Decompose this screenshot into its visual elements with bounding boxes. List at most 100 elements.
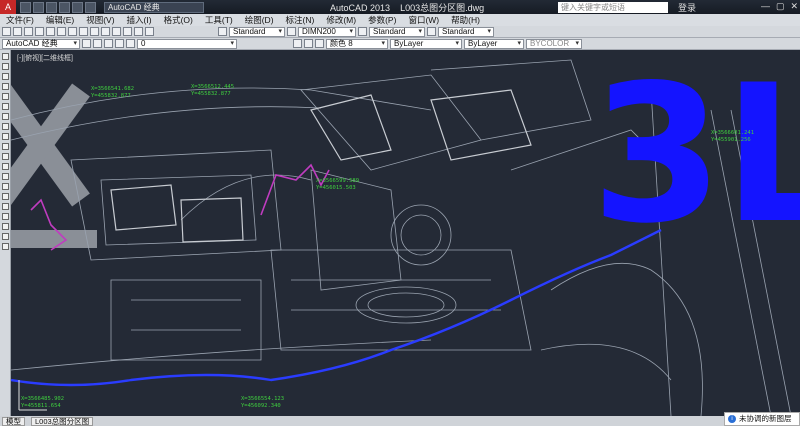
mleader-style-icon <box>427 27 436 36</box>
menu-window[interactable]: 窗口(W) <box>402 14 445 26</box>
menu-bar: 文件(F) 编辑(E) 视图(V) 插入(I) 格式(O) 工具(T) 绘图(D… <box>0 14 800 26</box>
paste-icon[interactable] <box>79 27 88 36</box>
maximize-icon[interactable]: ▢ <box>776 1 785 12</box>
menu-file[interactable]: 文件(F) <box>0 14 40 26</box>
saveas-icon[interactable] <box>59 1 70 13</box>
application-menu-button[interactable]: A <box>0 0 16 14</box>
new-icon[interactable] <box>2 27 11 36</box>
copy-icon[interactable] <box>68 27 77 36</box>
redo-icon[interactable] <box>112 27 121 36</box>
menu-tools[interactable]: 工具(T) <box>199 14 239 26</box>
quick-access-toolbar <box>20 1 96 13</box>
color-dropdown[interactable]: 颜色 8 <box>326 38 388 49</box>
rectangle-icon[interactable] <box>2 93 9 100</box>
make-current-icon[interactable] <box>293 39 302 48</box>
minimize-icon[interactable]: — <box>761 1 770 12</box>
cut-icon[interactable] <box>57 27 66 36</box>
lineweight-dropdown[interactable]: ByLayer <box>464 38 524 49</box>
search-input[interactable]: 键入关键字或短语 <box>558 2 668 13</box>
cad-drawing: 3L X=3566541.682 Y=455832.877 X=3566512.… <box>11 50 800 416</box>
layer-on-icon[interactable] <box>104 39 113 48</box>
coord-label: X=3566512.445 <box>191 84 234 90</box>
zoom-icon[interactable] <box>134 27 143 36</box>
gray-bar <box>11 230 97 248</box>
mtext-icon[interactable] <box>2 233 9 240</box>
window-controls: — ▢ ✕ <box>761 1 798 12</box>
open-icon[interactable] <box>13 27 22 36</box>
blue-shoreline <box>11 228 662 387</box>
menu-help[interactable]: 帮助(H) <box>445 14 486 26</box>
match-properties-icon[interactable] <box>90 27 99 36</box>
menu-parameters[interactable]: 参数(P) <box>362 14 402 26</box>
add-selected-icon[interactable] <box>2 243 9 250</box>
tab-layout[interactable]: L003总图分区图 <box>31 416 94 426</box>
revision-cloud-icon[interactable] <box>2 123 9 130</box>
ellipse-icon[interactable] <box>2 143 9 150</box>
construction-line-icon[interactable] <box>2 63 9 70</box>
preview-icon[interactable] <box>46 27 55 36</box>
linetype-dropdown[interactable]: ByLayer <box>390 38 462 49</box>
login-link[interactable]: 登录 <box>678 1 696 14</box>
properties-icon[interactable] <box>145 27 154 36</box>
polyline-icon[interactable] <box>2 73 9 80</box>
insert-block-icon[interactable] <box>2 163 9 170</box>
gradient-icon[interactable] <box>2 203 9 210</box>
notification-balloon[interactable]: 未协调的新图层 <box>724 412 800 426</box>
settings-icon[interactable] <box>82 39 91 48</box>
table-style-icon <box>358 27 367 36</box>
layer-previous-icon[interactable] <box>304 39 313 48</box>
text-style-icon <box>218 27 227 36</box>
menu-view[interactable]: 视图(V) <box>80 14 120 26</box>
spline-icon[interactable] <box>2 133 9 140</box>
coord-label: X=3566485.902 <box>21 396 64 402</box>
ellipse-arc-icon[interactable] <box>2 153 9 160</box>
viewport-label[interactable]: [-][俯视][二维线框] <box>17 53 73 63</box>
table-icon[interactable] <box>2 223 9 230</box>
undo-icon[interactable] <box>72 1 83 13</box>
tab-model[interactable]: 模型 <box>2 416 25 426</box>
redo-icon[interactable] <box>85 1 96 13</box>
undo-icon[interactable] <box>101 27 110 36</box>
circle-icon[interactable] <box>2 113 9 120</box>
text-style-dropdown[interactable]: Standard <box>229 26 285 37</box>
workspace-select[interactable]: AutoCAD 经典 <box>2 38 80 49</box>
coord-label: X=3566554.123 <box>241 396 284 402</box>
menu-modify[interactable]: 修改(M) <box>320 14 362 26</box>
table-style-dropdown[interactable]: Standard <box>369 26 425 37</box>
menu-draw[interactable]: 绘图(D) <box>239 14 280 26</box>
menu-format[interactable]: 格式(O) <box>158 14 199 26</box>
save-icon[interactable] <box>24 27 33 36</box>
hatch-icon[interactable] <box>2 193 9 200</box>
menu-dimension[interactable]: 标注(N) <box>280 14 321 26</box>
dim-style-icon <box>287 27 296 36</box>
mleader-style-dropdown[interactable]: Standard <box>438 26 494 37</box>
pan-icon[interactable] <box>123 27 132 36</box>
layer-dropdown[interactable]: 0 <box>137 38 237 49</box>
coord-label: Y=456092.340 <box>241 403 281 409</box>
layer-lock-icon[interactable] <box>126 39 135 48</box>
layer-freeze-icon[interactable] <box>115 39 124 48</box>
new-icon[interactable] <box>20 1 31 13</box>
region-icon[interactable] <box>2 213 9 220</box>
drawing-canvas[interactable]: [-][俯视][二维线框] 3L X=3566541.682 Y=455832.… <box>11 50 800 416</box>
save-icon[interactable] <box>46 1 57 13</box>
plotstyle-dropdown[interactable]: BYCOLOR <box>526 38 582 49</box>
open-icon[interactable] <box>33 1 44 13</box>
menu-edit[interactable]: 编辑(E) <box>40 14 80 26</box>
close-icon[interactable]: ✕ <box>790 1 798 12</box>
coord-label: Y=455832.877 <box>191 91 231 97</box>
polygon-icon[interactable] <box>2 83 9 90</box>
dim-style-dropdown[interactable]: DIMN200 <box>298 26 356 37</box>
arc-icon[interactable] <box>2 103 9 110</box>
point-icon[interactable] <box>2 183 9 190</box>
layer-manager-icon[interactable] <box>93 39 102 48</box>
print-icon[interactable] <box>35 27 44 36</box>
draw-toolbar <box>0 50 11 416</box>
workspace-dropdown[interactable]: AutoCAD 经典 <box>104 1 204 13</box>
layer-state-icon[interactable] <box>315 39 324 48</box>
title-bar: A AutoCAD 经典 AutoCAD 2013 L003总图分区图.dwg … <box>0 0 800 14</box>
layers-toolbar: AutoCAD 经典 0 颜色 8 ByLayer ByLayer BYCOLO… <box>0 38 800 50</box>
menu-insert[interactable]: 插入(I) <box>121 14 158 26</box>
make-block-icon[interactable] <box>2 173 9 180</box>
line-icon[interactable] <box>2 53 9 60</box>
